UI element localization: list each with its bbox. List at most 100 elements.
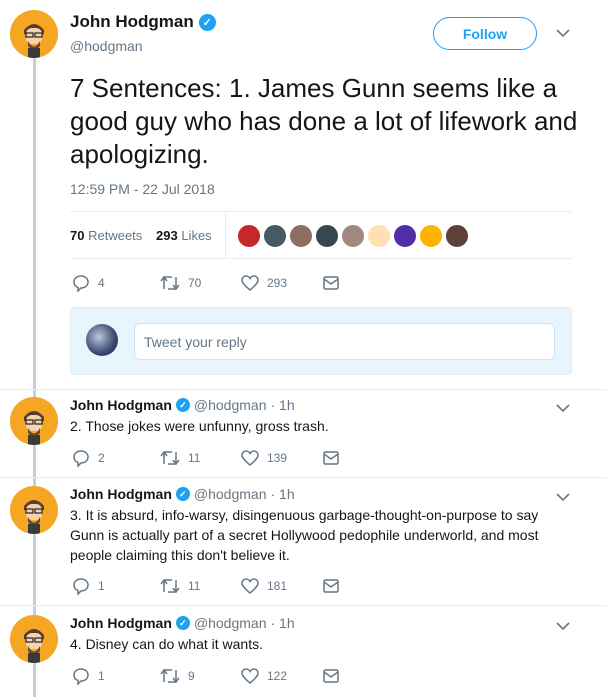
like-count: 293 bbox=[267, 276, 288, 290]
retweets-count: 70 bbox=[70, 228, 85, 243]
tweet-header: John Hodgman ✓ @hodgman · 1h bbox=[70, 397, 295, 413]
liker-avatar[interactable] bbox=[367, 224, 391, 248]
main-tweet-actions: 4 70 293 bbox=[72, 274, 339, 292]
author-avatar[interactable] bbox=[10, 615, 58, 663]
tweet-time[interactable]: · 1h bbox=[270, 615, 294, 631]
author-name[interactable]: John Hodgman bbox=[70, 615, 172, 631]
retweet-icon bbox=[160, 668, 180, 684]
reply-count: 1 bbox=[98, 579, 105, 593]
retweet-action[interactable]: 9 bbox=[160, 668, 241, 684]
heart-icon bbox=[241, 450, 259, 466]
reply-input[interactable] bbox=[134, 323, 555, 360]
tweet-time[interactable]: · 1h bbox=[270, 486, 294, 502]
author-name[interactable]: John Hodgman bbox=[70, 397, 172, 413]
liker-avatar[interactable] bbox=[263, 224, 287, 248]
author-name[interactable]: John Hodgman bbox=[70, 486, 172, 502]
reply-action[interactable]: 1 bbox=[72, 667, 160, 685]
retweet-count: 11 bbox=[188, 579, 201, 593]
divider bbox=[0, 605, 606, 606]
chevron-down-icon[interactable] bbox=[556, 403, 570, 413]
reply-icon bbox=[73, 450, 89, 467]
verified-badge-icon: ✓ bbox=[175, 616, 190, 630]
author-avatar[interactable] bbox=[10, 397, 58, 445]
liker-avatar[interactable] bbox=[341, 224, 365, 248]
likes-label: Likes bbox=[181, 228, 212, 243]
tweet-text: 7 Sentences: 1. James Gunn seems like a … bbox=[70, 73, 578, 169]
reply-icon bbox=[73, 275, 89, 292]
divider bbox=[0, 389, 606, 390]
chevron-down-icon[interactable] bbox=[556, 28, 570, 38]
envelope-icon bbox=[323, 451, 339, 465]
liker-avatar[interactable] bbox=[393, 224, 417, 248]
message-action[interactable] bbox=[323, 276, 339, 290]
retweets-stat[interactable]: 70 Retweets bbox=[70, 228, 142, 243]
retweet-action[interactable]: 11 bbox=[160, 578, 241, 594]
message-action[interactable] bbox=[323, 669, 339, 683]
chevron-down-icon[interactable] bbox=[556, 621, 570, 631]
author-handle[interactable]: @hodgman bbox=[70, 38, 143, 54]
tweet-text: 4. Disney can do what it wants. bbox=[70, 636, 263, 652]
tweet-timestamp[interactable]: 12:59 PM - 22 Jul 2018 bbox=[70, 181, 215, 197]
like-action[interactable]: 293 bbox=[241, 275, 323, 291]
liker-avatar[interactable] bbox=[419, 224, 443, 248]
tweet-text: 3. It is absurd, info-warsy, disingenuou… bbox=[70, 507, 539, 563]
message-action[interactable] bbox=[323, 451, 339, 465]
envelope-icon bbox=[323, 579, 339, 593]
liker-avatar[interactable] bbox=[237, 224, 261, 248]
retweet-count: 70 bbox=[188, 276, 202, 290]
retweet-count: 9 bbox=[188, 669, 195, 683]
like-action[interactable]: 181 bbox=[241, 578, 323, 594]
retweets-label: Retweets bbox=[88, 228, 143, 243]
thread-line bbox=[33, 58, 36, 697]
retweet-icon bbox=[160, 578, 180, 594]
reply-icon bbox=[73, 578, 89, 595]
reply-icon bbox=[73, 668, 89, 685]
retweet-action[interactable]: 11 bbox=[160, 450, 241, 466]
retweet-icon bbox=[160, 450, 180, 466]
reply-count: 1 bbox=[98, 669, 105, 683]
heart-icon bbox=[241, 668, 259, 684]
tweet-actions: 2 11 139 bbox=[72, 449, 339, 467]
likes-count: 293 bbox=[156, 228, 178, 243]
tweet-text: 2. Those jokes were unfunny, gross trash… bbox=[70, 418, 329, 434]
reply-action[interactable]: 1 bbox=[72, 577, 160, 595]
divider bbox=[0, 477, 606, 478]
chevron-down-icon[interactable] bbox=[556, 492, 570, 502]
retweet-action[interactable]: 70 bbox=[160, 275, 241, 291]
author-handle[interactable]: @hodgman bbox=[194, 397, 267, 413]
tweet-time[interactable]: · 1h bbox=[270, 397, 294, 413]
author-name-text[interactable]: John Hodgman bbox=[70, 12, 194, 32]
like-action[interactable]: 139 bbox=[241, 450, 323, 466]
tweet-header: John Hodgman ✓ @hodgman · 1h bbox=[70, 486, 295, 502]
author-avatar[interactable] bbox=[10, 486, 58, 534]
envelope-icon bbox=[323, 276, 339, 290]
reply-count: 4 bbox=[98, 276, 105, 290]
reply-box bbox=[70, 307, 572, 375]
reply-action[interactable]: 2 bbox=[72, 449, 160, 467]
reply-action[interactable]: 4 bbox=[72, 274, 160, 292]
likes-stat[interactable]: 293 Likes bbox=[156, 228, 212, 243]
user-avatar bbox=[86, 324, 118, 356]
verified-badge-icon: ✓ bbox=[175, 487, 190, 501]
heart-icon bbox=[241, 578, 259, 594]
stats-divider bbox=[225, 212, 226, 258]
like-count: 181 bbox=[267, 579, 288, 593]
reply-count: 2 bbox=[98, 451, 105, 465]
liker-avatar[interactable] bbox=[289, 224, 313, 248]
envelope-icon bbox=[323, 669, 339, 683]
heart-icon bbox=[241, 275, 259, 291]
like-count: 122 bbox=[267, 669, 288, 683]
verified-badge-icon: ✓ bbox=[175, 398, 190, 412]
message-action[interactable] bbox=[323, 579, 339, 593]
author-handle[interactable]: @hodgman bbox=[194, 486, 267, 502]
liker-avatar[interactable] bbox=[445, 224, 469, 248]
author-name[interactable]: John Hodgman ✓ bbox=[70, 12, 216, 32]
liker-avatar[interactable] bbox=[315, 224, 339, 248]
author-avatar[interactable] bbox=[10, 10, 58, 58]
follow-button[interactable]: Follow bbox=[433, 17, 537, 50]
author-handle[interactable]: @hodgman bbox=[194, 615, 267, 631]
retweet-icon bbox=[160, 275, 180, 291]
tweet-actions: 1 11 181 bbox=[72, 577, 339, 595]
like-count: 139 bbox=[267, 451, 288, 465]
like-action[interactable]: 122 bbox=[241, 668, 323, 684]
